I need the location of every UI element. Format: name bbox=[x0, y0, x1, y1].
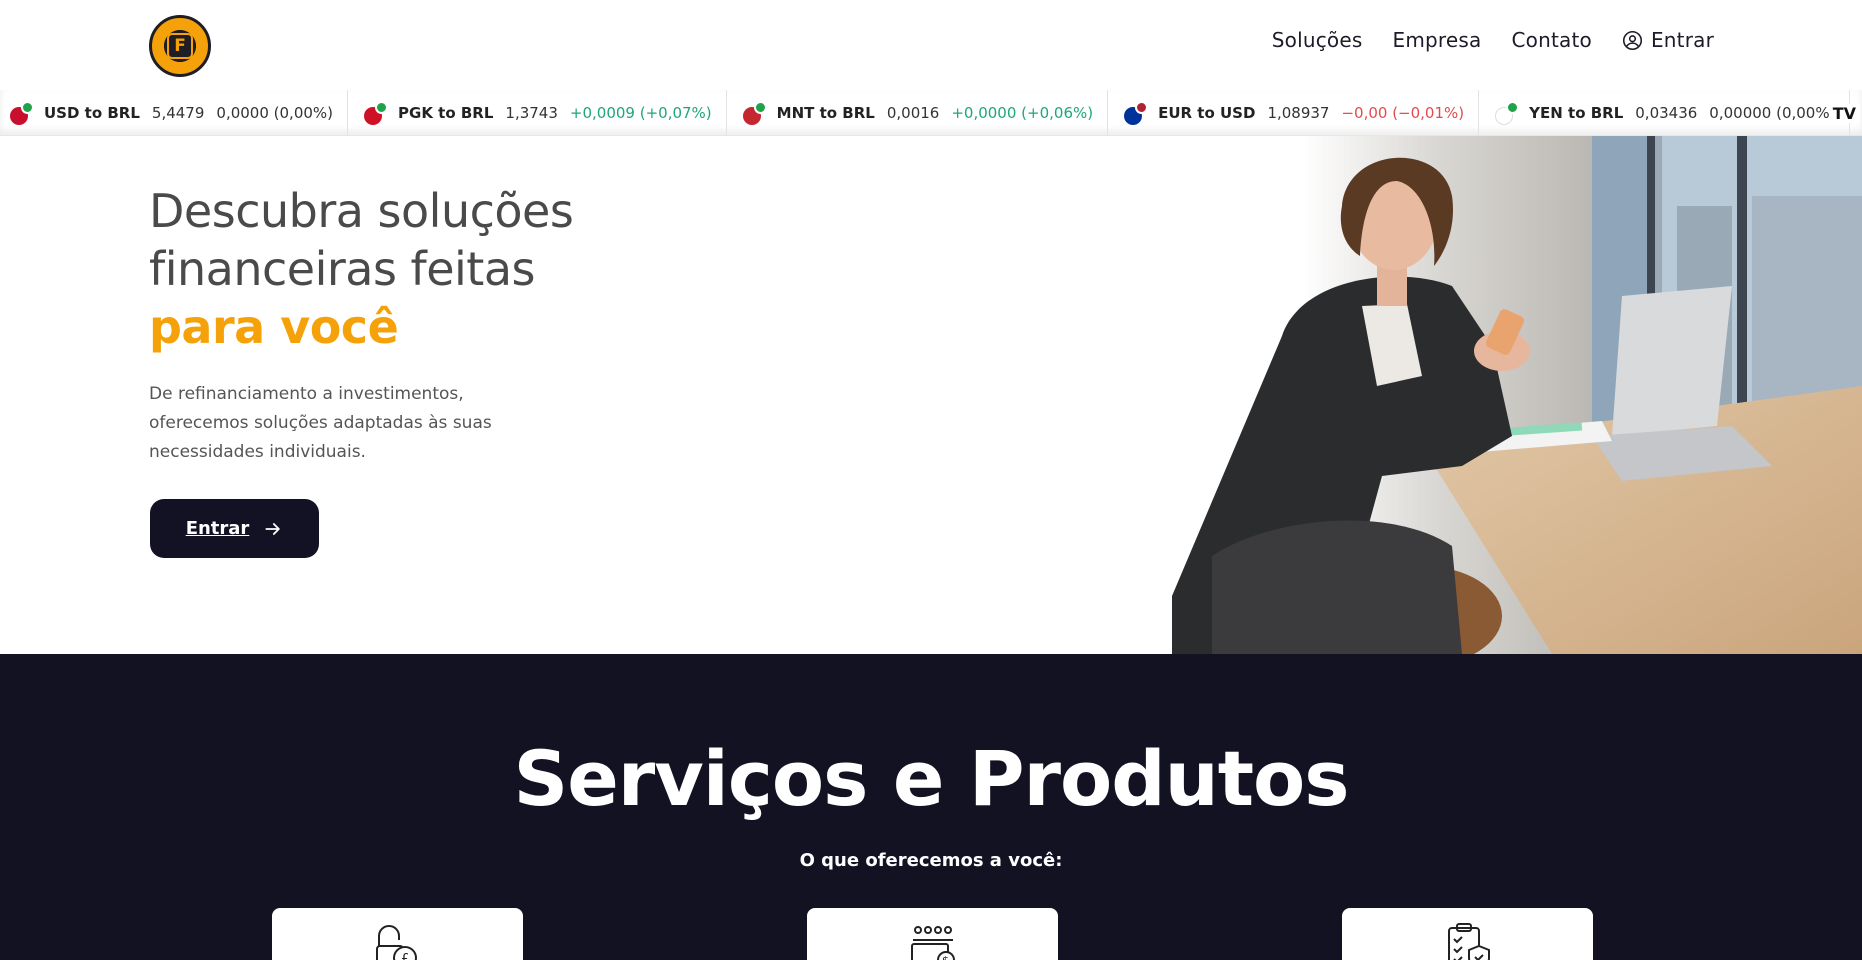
ticker-item[interactable]: MNT to BRL 0,0016 +0,0000 (+0,06%) bbox=[741, 90, 1109, 135]
ticker-price: 0,03436 bbox=[1635, 104, 1698, 122]
arrow-right-icon bbox=[265, 522, 281, 535]
nav-login-link[interactable]: Entrar bbox=[1622, 28, 1714, 52]
currency-flag-icon bbox=[1124, 101, 1149, 125]
hero-cta-button[interactable]: Entrar bbox=[150, 499, 319, 558]
hero-title-accent: para você bbox=[149, 300, 399, 354]
currency-ticker: USD to BRL 5,4479 0,0000 (0,00%) PGK to BRL… bbox=[0, 90, 1862, 136]
nav-login-label: Entrar bbox=[1650, 28, 1714, 52]
checklist-shield-icon bbox=[1447, 923, 1490, 960]
currency-flag-icon bbox=[10, 101, 34, 125]
tradingview-badge[interactable]: TV bbox=[1828, 104, 1860, 123]
ticker-price: 1,08937 bbox=[1267, 104, 1330, 122]
hero-section: Descubra soluções financeiras feitas par… bbox=[0, 136, 1862, 654]
payroll-icon: $ bbox=[910, 926, 955, 960]
hero-cta-label: Entrar bbox=[185, 518, 250, 539]
ticker-price: 5,4479 bbox=[151, 104, 205, 122]
nav-link-empresa[interactable]: Empresa bbox=[1393, 28, 1482, 52]
services-section: Serviços e Produtos O que oferecemos a v… bbox=[0, 654, 1862, 960]
logo-mark: F bbox=[167, 33, 193, 59]
nav-link-solucoes[interactable]: Soluções bbox=[1272, 28, 1363, 52]
ticker-change: +0,0000 (+0,06%) bbox=[951, 104, 1094, 122]
ticker-item[interactable]: YEN to BRL 0,03436 0,00000 (0,00%) bbox=[1493, 90, 1851, 135]
services-title: Serviços e Produtos bbox=[513, 734, 1350, 823]
services-subtitle: O que oferecemos a você: bbox=[799, 850, 1063, 871]
currency-flag-icon bbox=[742, 101, 767, 125]
currency-flag-icon bbox=[364, 101, 389, 125]
ticker-pair: YEN to BRL bbox=[1529, 104, 1624, 122]
hero-title: Descubra soluções financeiras feitas par… bbox=[149, 182, 574, 356]
ticker-item[interactable]: USD to BRL 5,4479 0,0000 (0,00%) bbox=[8, 90, 349, 135]
hero-photo bbox=[1172, 136, 1862, 654]
lock-money-icon: £ bbox=[375, 925, 417, 960]
ticker-change: 0,00000 (0,00%) bbox=[1709, 104, 1836, 122]
ticker-pair: EUR to USD bbox=[1158, 104, 1256, 122]
svg-text:£: £ bbox=[401, 952, 409, 960]
hero-title-line1: Descubra soluções bbox=[149, 184, 574, 238]
main-nav: Soluções Empresa Contato Entrar bbox=[1272, 28, 1714, 52]
ticker-pair: MNT to BRL bbox=[776, 104, 875, 122]
ticker-pair: PGK to BRL bbox=[398, 104, 494, 122]
brand-logo[interactable]: F bbox=[149, 15, 211, 77]
nav-link-contato[interactable]: Contato bbox=[1511, 28, 1591, 52]
ticker-change: +0,0009 (+0,07%) bbox=[569, 104, 712, 122]
ticker-price: 0,0016 bbox=[886, 104, 940, 122]
ticker-list: USD to BRL 5,4479 0,0000 (0,00%) PGK to BRL… bbox=[8, 90, 1862, 135]
ticker-item[interactable]: EUR to USD 1,08937 −0,00 (−0,01%) bbox=[1122, 90, 1480, 135]
service-card-2[interactable]: $ bbox=[807, 908, 1058, 960]
ticker-change: 0,0000 (0,00%) bbox=[216, 104, 334, 122]
ticker-item[interactable]: PGK to BRL 1,3743 +0,0009 (+0,07%) bbox=[362, 90, 727, 135]
service-card-1[interactable]: £ bbox=[272, 908, 523, 960]
hero-subtitle: De refinanciamento a investimentos, ofer… bbox=[149, 384, 492, 462]
hero-title-line2: financeiras feitas bbox=[149, 242, 536, 296]
ticker-pair: USD to BRL bbox=[44, 104, 140, 122]
site-header: F Soluções Empresa Contato Entrar bbox=[0, 0, 1862, 90]
currency-flag-icon bbox=[1495, 101, 1520, 125]
ticker-price: 1,3743 bbox=[505, 104, 558, 122]
user-circle-icon bbox=[1622, 30, 1642, 50]
svg-text:$: $ bbox=[942, 954, 949, 960]
ticker-change: −0,00 (−0,01%) bbox=[1341, 104, 1465, 122]
service-card-3[interactable] bbox=[1342, 908, 1593, 960]
